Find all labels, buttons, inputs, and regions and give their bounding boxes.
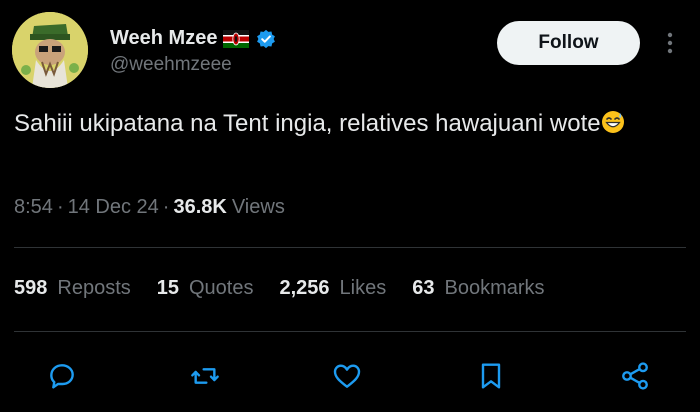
stat-label: Reposts bbox=[57, 277, 131, 299]
views-label: Views bbox=[231, 196, 285, 218]
views-count[interactable]: 36.8K bbox=[173, 196, 226, 219]
share-icon[interactable] bbox=[617, 358, 653, 394]
verified-badge-icon[interactable] bbox=[256, 29, 276, 49]
display-name[interactable]: Weeh Mzee bbox=[110, 27, 217, 50]
tweet-text: Sahiii ukipatana na Tent ingia, relative… bbox=[14, 106, 674, 141]
stat-label: Likes bbox=[339, 277, 387, 299]
more-options-icon[interactable] bbox=[662, 29, 678, 57]
repost-icon[interactable] bbox=[187, 358, 223, 394]
grinning-sweat-emoji-icon bbox=[601, 109, 625, 133]
tweet-header: Weeh Mzee @weehmzeee Follow bbox=[0, 0, 700, 100]
stat-count: 15 bbox=[156, 277, 179, 299]
stat-count: 63 bbox=[412, 277, 435, 299]
reply-icon[interactable] bbox=[44, 358, 80, 394]
follow-button[interactable]: Follow bbox=[497, 21, 640, 65]
user-handle[interactable]: @weehmzeee bbox=[110, 54, 232, 76]
stat-quotes[interactable]: 15 Quotes bbox=[157, 277, 254, 300]
stat-count: 2,256 bbox=[279, 277, 330, 299]
divider bbox=[14, 247, 686, 248]
stat-reposts[interactable]: 598 Reposts bbox=[14, 277, 131, 300]
action-bar bbox=[0, 346, 700, 406]
engagement-stats: 598 Reposts 15 Quotes 2,256 Likes 63 Boo… bbox=[14, 277, 571, 300]
bookmark-icon[interactable] bbox=[473, 358, 509, 394]
stat-likes[interactable]: 2,256 Likes bbox=[279, 277, 386, 300]
avatar[interactable] bbox=[12, 12, 88, 88]
stat-count: 598 bbox=[14, 277, 48, 299]
stat-bookmarks[interactable]: 63 Bookmarks bbox=[412, 277, 544, 300]
tweet-meta: 8:54 · 14 Dec 24 · 36.8K Views bbox=[14, 196, 285, 219]
stat-label: Quotes bbox=[189, 277, 254, 299]
kenya-flag-icon bbox=[223, 29, 250, 48]
tweet-time[interactable]: 8:54 bbox=[14, 196, 53, 219]
meta-separator: · bbox=[162, 196, 170, 218]
tweet-date[interactable]: 14 Dec 24 bbox=[68, 196, 159, 219]
stat-label: Bookmarks bbox=[444, 277, 545, 299]
meta-separator: · bbox=[56, 196, 64, 218]
tweet-body: Sahiii ukipatana na Tent ingia, relative… bbox=[14, 110, 601, 137]
like-icon[interactable] bbox=[329, 358, 365, 394]
name-row: Weeh Mzee bbox=[110, 27, 276, 50]
divider bbox=[14, 331, 686, 332]
